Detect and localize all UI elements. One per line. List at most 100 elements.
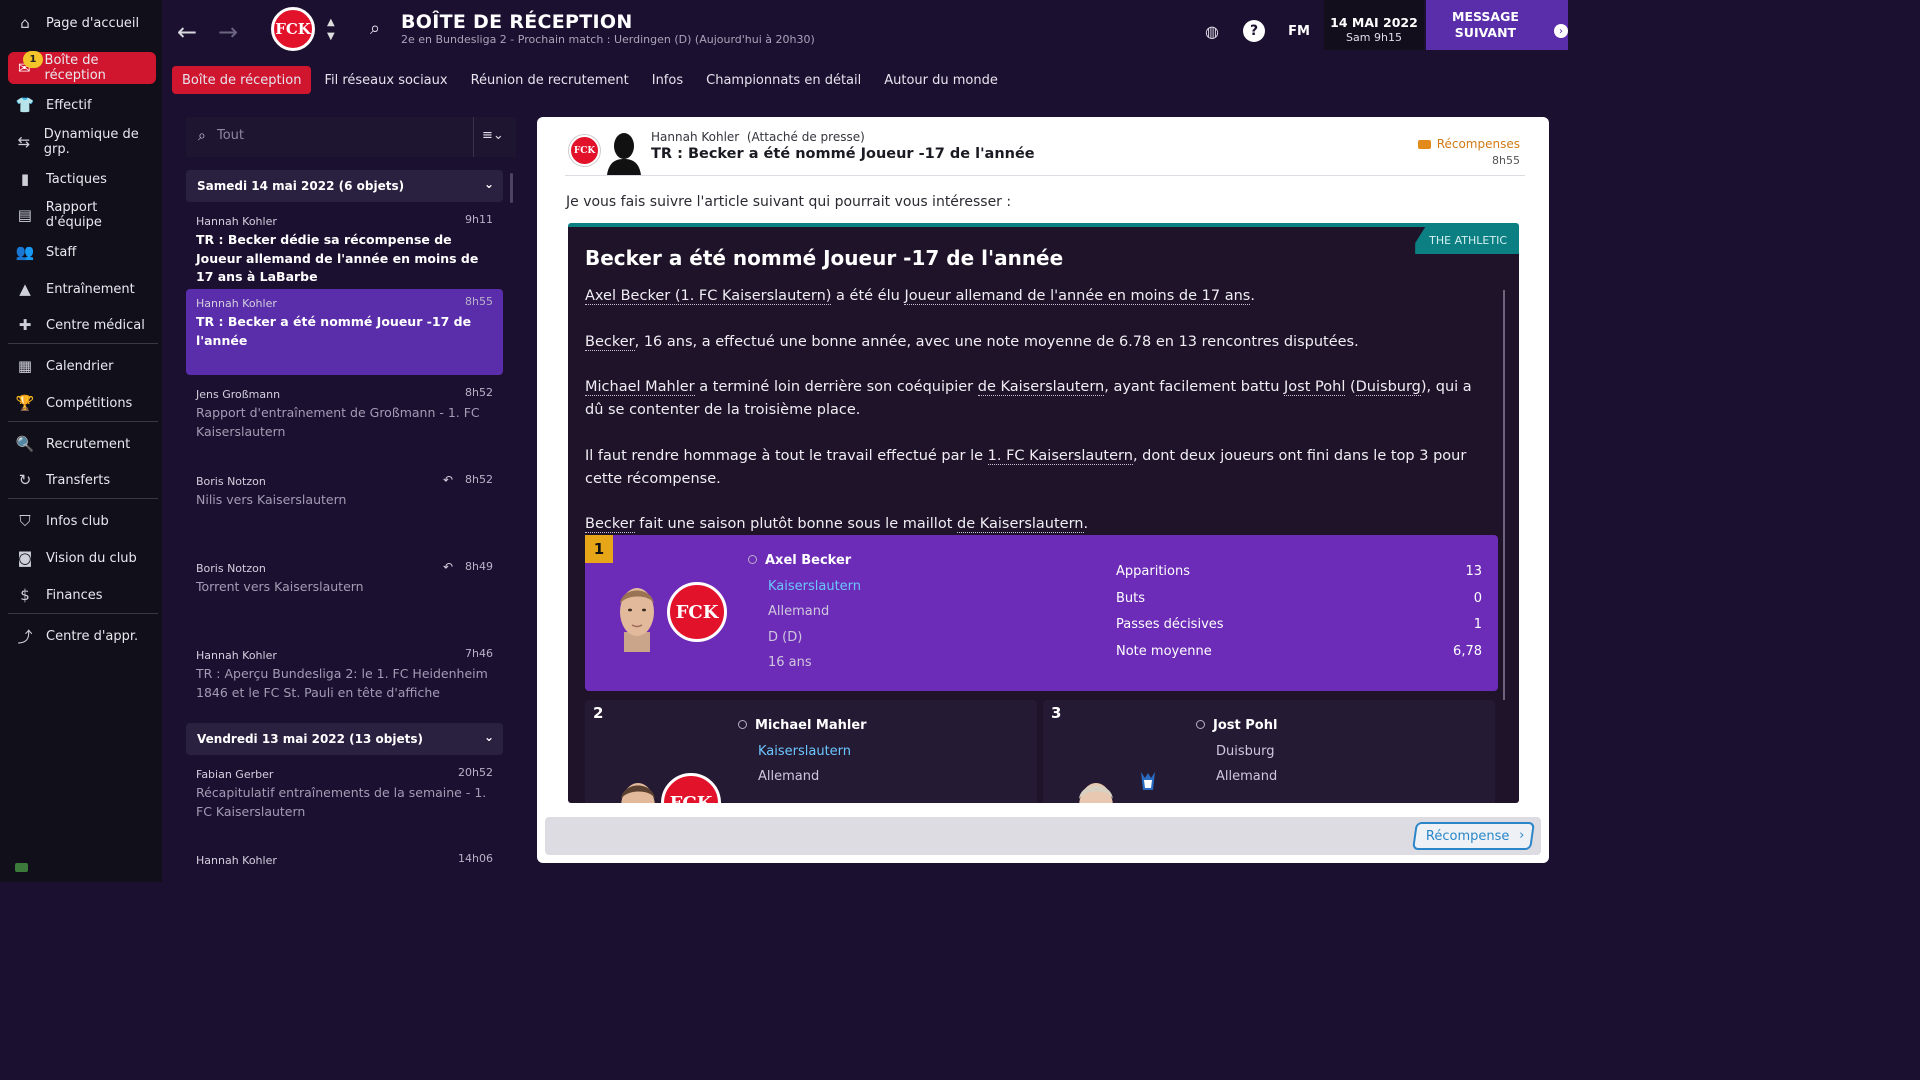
tab-around-world[interactable]: Autour du monde [874, 66, 1008, 94]
sidebar-item-training[interactable]: ▲ Entraînement [8, 273, 156, 305]
tab-social-feed[interactable]: Fil réseaux sociaux [314, 66, 457, 94]
news-article: THE ATHLETIC Becker a été nommé Joueur -… [568, 223, 1519, 803]
scouting-icon: 🔍 [15, 435, 35, 453]
sender-line: Hannah Kohler (Attaché de presse) [651, 130, 865, 144]
search-input[interactable]: Tout [217, 128, 244, 143]
group-dynamics-icon: ⇆ [17, 133, 31, 151]
article-title: Becker a été nommé Joueur -17 de l'année [585, 246, 1064, 270]
tab-scouting-meeting[interactable]: Réunion de recrutement [461, 66, 639, 94]
tab-competitions-detail[interactable]: Championnats en détail [696, 66, 871, 94]
club-logo[interactable]: FCK [271, 7, 315, 51]
divider [565, 175, 1525, 176]
fm-menu-button[interactable]: FM [1286, 20, 1312, 42]
sidebar-item-medical[interactable]: ✚ Centre médical [8, 309, 156, 341]
person-icon [738, 720, 747, 729]
rank-badge: 1 [585, 535, 613, 563]
club-switch-chevrons-icon[interactable]: ▲ ▼ [327, 16, 335, 44]
next-message-button[interactable]: MESSAGE SUIVANT › [1426, 0, 1568, 50]
player-name[interactable]: Axel Becker [748, 548, 861, 574]
club-badge: FCK [667, 582, 727, 642]
trophy-icon: 🏆 [15, 394, 35, 412]
list-item[interactable]: Boris Notzon ↶ 8h49 Torrent vers Kaisersla… [186, 554, 503, 605]
sidebar-divider [8, 613, 158, 614]
search-bar: ⌕ Tout ≡⌄ [186, 117, 516, 157]
list-item[interactable]: Hannah Kohler 9h11 TR : Becker dédie sa r… [186, 207, 503, 295]
sidebar-item-dev-centre[interactable]: ⤴ Centre d'appr. [8, 620, 156, 652]
club-link[interactable]: de Kaiserslautern [977, 379, 1105, 396]
development-centre-icon: ⤴ [17, 627, 33, 646]
tab-inbox[interactable]: Boîte de réception [172, 66, 312, 94]
player-link[interactable]: Axel Becker (1. FC Kaiserslautern) [585, 288, 832, 305]
chevron-right-icon: › [1518, 828, 1525, 843]
person-icon [1196, 720, 1205, 729]
club-link[interactable]: Duisburg [1355, 379, 1421, 396]
player-link[interactable]: Jost Pohl [1284, 379, 1346, 396]
sidebar-item-team-report[interactable]: ▤ Rapport d'équipe [8, 199, 156, 231]
tactics-icon: ▮ [20, 170, 30, 188]
player-link[interactable]: Becker [585, 516, 635, 533]
player-link[interactable]: Becker [585, 333, 635, 351]
winner-card-second: 2 FCK Michael Mahler Kaiserslautern Alle… [585, 700, 1037, 803]
home-icon: ⌂ [20, 14, 30, 32]
sidebar-divider [8, 421, 158, 422]
list-item[interactable]: Hannah Kohler 14h06 [186, 846, 503, 875]
list-item[interactable]: Boris Notzon ↶ 8h52 Nilis vers Kaiserslaut… [186, 467, 503, 518]
player-name[interactable]: Jost Pohl [1196, 713, 1277, 739]
help-icon[interactable]: ? [1243, 20, 1265, 42]
date-section-header[interactable]: Vendredi 13 mai 2022 (13 objets) ⌄ [186, 723, 503, 755]
list-item-selected[interactable]: Hannah Kohler 8h55 TR : Becker a été nomm… [186, 289, 503, 375]
rank-label: 2 [593, 704, 604, 722]
player-link[interactable]: Michael Mahler [585, 379, 695, 396]
staff-icon: 👥 [15, 243, 35, 261]
sidebar-item-calendar[interactable]: ▦ Calendrier [8, 350, 156, 382]
sidebar-item-competitions[interactable]: 🏆 Compétitions [8, 387, 156, 419]
player-club[interactable]: Kaiserslautern [738, 739, 867, 765]
award-button[interactable]: Récompense › [1411, 822, 1535, 850]
training-icon: ▲ [19, 280, 31, 298]
sidebar-item-club-vision[interactable]: ◙ Vision du club [8, 542, 156, 574]
sidebar-item-dynamics[interactable]: ⇆ Dynamique de grp. [8, 126, 156, 158]
reply-icon: ↶ [442, 560, 453, 574]
player-face-image [621, 783, 655, 803]
player-name[interactable]: Michael Mahler [738, 713, 867, 739]
sidebar-item-staff[interactable]: 👥 Staff [8, 236, 156, 268]
player-club[interactable]: Kaiserslautern [748, 574, 861, 600]
sidebar-item-scouting[interactable]: 🔍 Recrutement [8, 428, 156, 460]
sidebar-item-squad[interactable]: 👕 Effectif [8, 89, 156, 121]
player-info: Jost Pohl Duisburg Allemand [1196, 713, 1277, 790]
tab-news[interactable]: Infos [642, 66, 693, 94]
club-link[interactable]: 1. FC Kaiserslautern [987, 447, 1133, 465]
avatar [607, 133, 641, 175]
sidebar-item-transfers[interactable]: ↻ Transferts [8, 464, 156, 496]
shirt-icon: 👕 [15, 96, 35, 114]
sidebar-item-club-info[interactable]: ⛉ Infos club [8, 505, 156, 537]
club-logo: FCK [569, 135, 600, 166]
search-icon[interactable]: ⌕ [370, 18, 380, 39]
sidebar-item-tactics[interactable]: ▮ Tactiques [8, 163, 156, 195]
stat-row: Note moyenne 6,78 [1116, 643, 1482, 659]
sidebar: ⌂ Page d'accueil ✉ 1 Boîte de réception 👕 Ef… [0, 0, 162, 882]
chevron-down-icon: ⌄ [483, 730, 494, 744]
sidebar-item-inbox[interactable]: ✉ 1 Boîte de réception [8, 51, 156, 84]
award-link[interactable]: Joueur allemand de l'année en moins de 1… [904, 288, 1251, 305]
tag-icon [1417, 139, 1431, 149]
date-section-header[interactable]: Samedi 14 mai 2022 (6 objets) ⌄ [186, 170, 503, 202]
player-face-image [620, 588, 654, 652]
sidebar-item-finances[interactable]: $ Finances [8, 579, 156, 611]
sidebar-item-home[interactable]: ⌂ Page d'accueil [8, 7, 156, 39]
game-date[interactable]: 14 MAI 2022 Sam 9h15 [1324, 0, 1424, 50]
list-item[interactable]: Fabian Gerber 20h52 Récapitulatif entraîn… [186, 760, 503, 829]
scrollbar[interactable] [1503, 290, 1505, 700]
inbox-count-badge: 1 [23, 51, 43, 68]
filter-menu-icon[interactable]: ≡⌄ [482, 128, 504, 143]
club-link[interactable]: de Kaiserslautern [957, 516, 1084, 533]
back-arrow-icon[interactable]: ← [177, 18, 197, 46]
globe-icon[interactable]: ◍ [1201, 20, 1223, 42]
list-item[interactable]: Jens Großmann 8h52 Rapport d'entraînement… [186, 380, 503, 449]
scrollbar[interactable] [510, 173, 513, 203]
list-item[interactable]: Hannah Kohler 7h46 TR : Aperçu Bundesliga… [186, 641, 503, 710]
player-club[interactable]: Duisburg [1196, 739, 1277, 765]
category-tag[interactable]: Récompenses [1417, 137, 1520, 151]
article-body: Axel Becker (1. FC Kaiserslautern) a été… [585, 288, 1472, 533]
forward-arrow-icon[interactable]: → [218, 18, 238, 46]
